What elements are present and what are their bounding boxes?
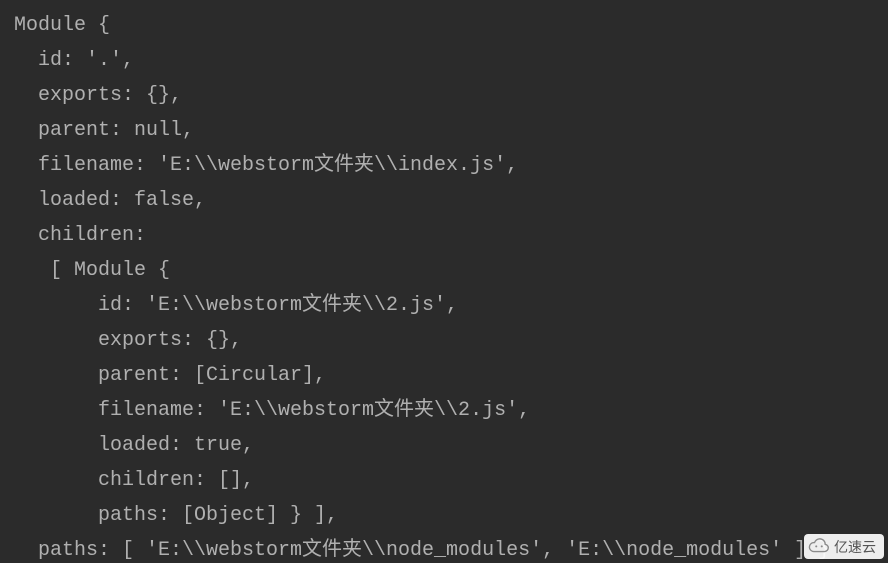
- watermark-badge: 亿速云: [804, 534, 884, 559]
- code-line: loaded: false,: [14, 189, 206, 212]
- code-line: [ Module {: [14, 259, 170, 282]
- code-block: Module { id: '.', exports: {}, parent: n…: [0, 0, 888, 563]
- code-line: exports: {},: [14, 84, 182, 107]
- code-line: filename: 'E:\\webstorm文件夹\\2.js',: [14, 399, 530, 422]
- code-line: paths: [Object] } ],: [14, 504, 338, 527]
- code-line: Module {: [14, 14, 110, 37]
- code-line: filename: 'E:\\webstorm文件夹\\index.js',: [14, 154, 518, 177]
- cloud-icon: [808, 536, 830, 557]
- watermark-text: 亿速云: [834, 537, 876, 557]
- code-line: loaded: true,: [14, 434, 254, 457]
- code-line: parent: null,: [14, 119, 194, 142]
- code-line: exports: {},: [14, 329, 242, 352]
- code-line: parent: [Circular],: [14, 364, 326, 387]
- code-line: paths: [ 'E:\\webstorm文件夹\\node_modules'…: [14, 539, 830, 562]
- code-line: id: 'E:\\webstorm文件夹\\2.js',: [14, 294, 458, 317]
- code-line: children: [],: [14, 469, 254, 492]
- code-line: id: '.',: [14, 49, 134, 72]
- code-line: children:: [14, 224, 146, 247]
